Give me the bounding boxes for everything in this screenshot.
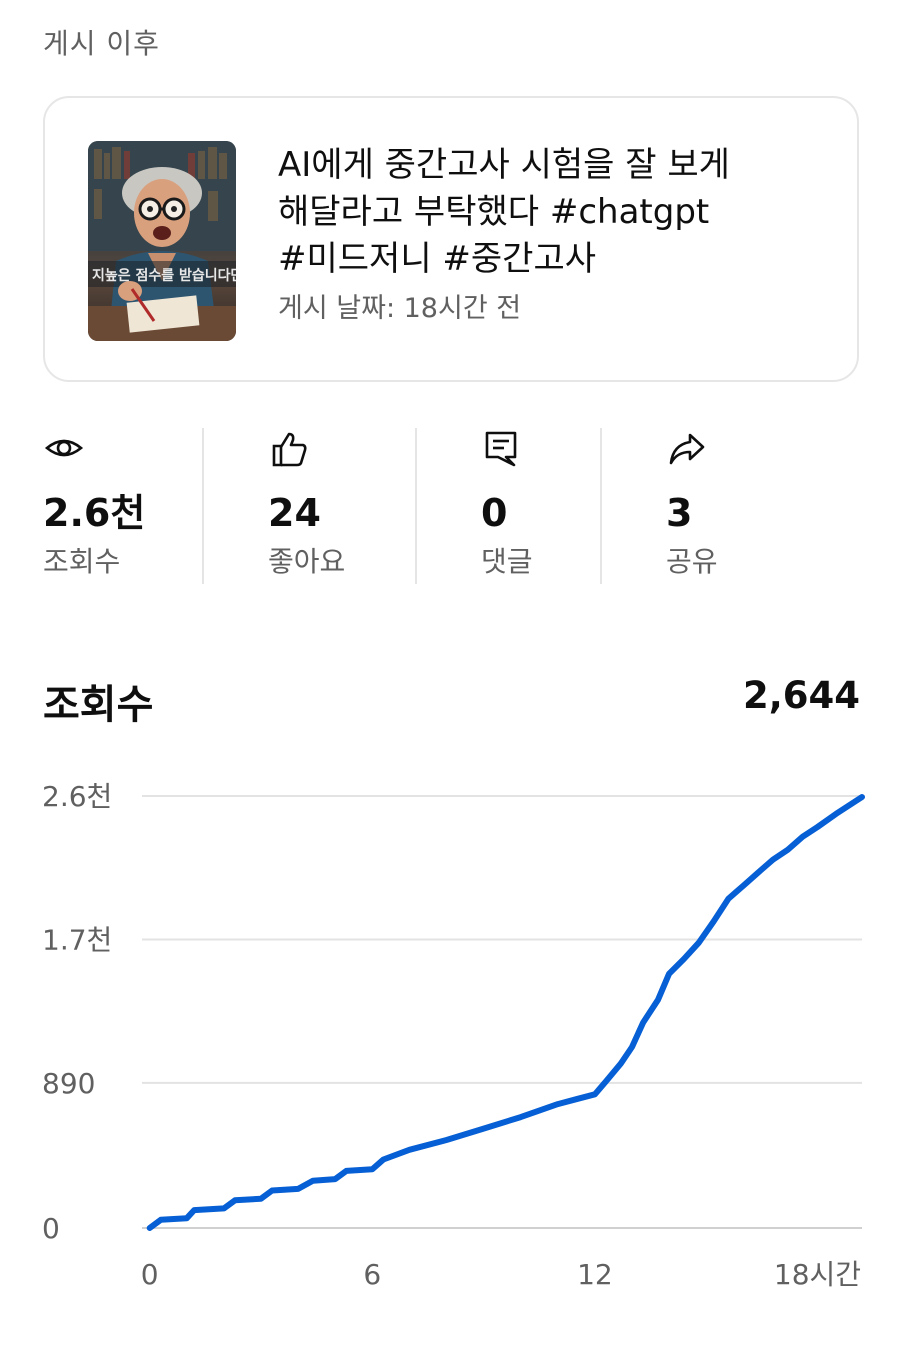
likes-value: 24 [268,491,321,535]
y-tick-label: 2.6천 [42,780,112,813]
shares-value: 3 [666,491,693,535]
x-tick-label: 18시간 [774,1258,861,1291]
views-value: 2.6천 [43,491,146,535]
x-tick-label: 0 [141,1258,159,1291]
views-line-chart[interactable]: 0 890 1.7천 2.6천 0 6 12 18시간 [0,760,904,1320]
thumbnail-caption: 지높은 점수를 받습니다만 [92,267,236,284]
stat-divider [202,428,204,584]
chart-title: 조회수 [43,682,154,728]
share-icon [669,433,705,465]
y-tick-label: 1.7천 [42,923,112,956]
y-tick-label: 890 [42,1067,95,1100]
shares-label: 공유 [666,545,718,578]
thumbs-up-icon [272,432,307,467]
video-title[interactable]: AI에게 중간고사 시험을 잘 보게 해달라고 부탁했다 #chatgpt #미… [278,142,798,283]
chart-total: 2,644 [742,674,860,717]
likes-label: 좋아요 [268,545,346,578]
x-tick-label: 12 [577,1258,613,1291]
video-title-line: AI에게 중간고사 시험을 잘 보게 [278,145,730,185]
comments-value: 0 [481,491,508,535]
eye-icon [44,439,84,457]
section-label: 게시 이후 [43,27,160,60]
video-title-line: 해달라고 부탁했다 #chatgpt [278,192,710,232]
comments-label: 댓글 [481,545,533,578]
x-tick-label: 6 [363,1258,381,1291]
views-series-line [146,794,865,1231]
stat-divider [415,428,417,584]
y-tick-label: 0 [42,1212,60,1245]
video-title-line: #미드저니 #중간고사 [278,239,597,279]
thumbnail-illustration: 지높은 점수를 받습니다만 [88,141,236,341]
views-label: 조회수 [43,545,121,578]
video-card[interactable]: 지높은 점수를 받습니다만 AI에게 중간고사 시험을 잘 보게 해달라고 부탁… [43,96,859,382]
video-posted-date: 게시 날짜: 18시간 전 [278,293,522,324]
video-thumbnail[interactable]: 지높은 점수를 받습니다만 [88,141,236,341]
comment-icon [485,431,517,467]
stat-divider [600,428,602,584]
